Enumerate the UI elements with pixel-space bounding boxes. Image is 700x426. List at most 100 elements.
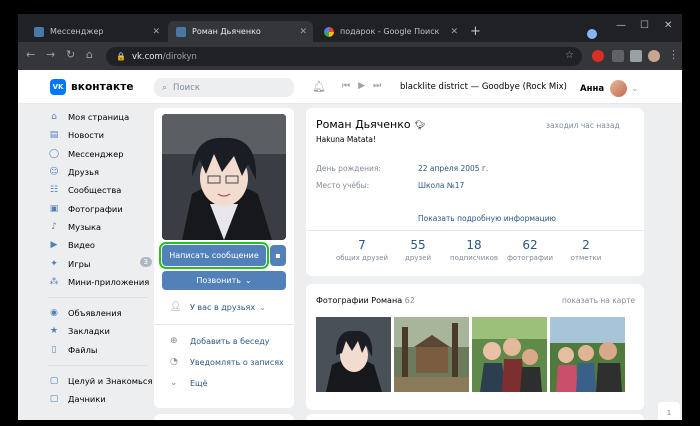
url-host: vk.com <box>131 51 163 62</box>
vk-header: VK вконтакте ⌕ Поиск 🔔︎ ⏮ ▶ ⏭ blacklite … <box>18 70 682 104</box>
back-icon[interactable]: ← <box>26 48 35 61</box>
sidebar-item[interactable]: ★ Закладки <box>48 322 158 340</box>
sidebar-item[interactable]: ⁂ Мини-приложения <box>48 273 158 291</box>
sidebar-item[interactable]: ▯ Файлы <box>48 341 158 359</box>
photo-image <box>472 317 547 392</box>
reload-icon[interactable]: ↻ <box>66 48 75 61</box>
search-input[interactable]: ⌕ Поиск <box>154 78 294 97</box>
school-value[interactable]: Школа №17 <box>418 181 464 190</box>
profile-dot-icon[interactable] <box>587 29 597 39</box>
sidebar-item-label: Друзья <box>68 167 99 178</box>
next-track-icon[interactable]: ⏭ <box>373 81 381 91</box>
games-icon: ✦ <box>50 258 58 269</box>
call-button[interactable]: Позвонить ⌄ <box>162 271 286 290</box>
gift-button[interactable]: ▪ <box>270 245 286 266</box>
sidebar-item[interactable]: ▢ Целуй и Знакомься <box>48 372 158 390</box>
birthday-label: День рождения: <box>316 164 381 173</box>
sidebar-item[interactable]: ✦ Игры 3 <box>48 254 158 272</box>
photo-thumbnail[interactable] <box>550 317 625 392</box>
left-menu: ⌂ Моя страница ▤ Новости ◯ Мессенджер ☺ Друзья ☷… <box>48 108 158 408</box>
prev-track-icon[interactable]: ⏮ <box>342 81 350 91</box>
sidebar-item[interactable]: ♪ Музыка <box>48 218 158 236</box>
sidebar-item-label: Видео <box>68 240 96 251</box>
current-track[interactable]: blacklite district — Goodbye (Rock Mix) <box>400 82 567 92</box>
sidebar-item[interactable]: ⌂ Моя страница <box>48 108 158 126</box>
friends-status[interactable]: 👤︎ У вас в друзьях ⌄ <box>170 302 266 312</box>
profile-counter[interactable]: 2 отметки <box>556 238 616 262</box>
notifications-bell-icon[interactable]: 🔔︎ <box>312 80 326 93</box>
lock-icon: 🔒 <box>116 52 126 61</box>
home-icon: ⌂ <box>51 112 57 123</box>
tab-messenger[interactable]: Мессенджер ✕ <box>26 21 166 42</box>
bookmark-star-icon[interactable]: ☆ <box>565 50 574 61</box>
play-icon[interactable]: ▶ <box>358 81 365 91</box>
sidebar-item[interactable]: ▶ Видео <box>48 236 158 254</box>
photo-thumbnail[interactable] <box>316 317 391 392</box>
sidebar-item[interactable]: ▣ Фотографии <box>48 199 158 217</box>
chevron-down-icon: ⌄ <box>631 83 639 94</box>
profile-photo[interactable] <box>162 114 286 240</box>
profile-counter[interactable]: 55 друзей <box>388 238 448 262</box>
photos-title[interactable]: Фотографии Романа 62 <box>316 296 415 305</box>
add-to-chat-button[interactable]: ⊕ Добавить в беседу <box>170 336 270 346</box>
profile-counter[interactable]: 18 подписчиков <box>444 238 504 262</box>
sidebar-item[interactable]: ☷ Сообщества <box>48 181 158 199</box>
sidebar-item-label: Объявления <box>68 308 122 319</box>
file-icon: ▯ <box>51 344 57 355</box>
extension-icon[interactable] <box>612 50 624 62</box>
new-tab-icon[interactable]: + <box>470 24 481 39</box>
extensions-puzzle-icon[interactable] <box>630 50 642 62</box>
close-tab-icon[interactable]: ✕ <box>299 27 307 37</box>
address-bar[interactable]: 🔒 vk.com/dirokyn ☆ <box>106 47 582 66</box>
close-tab-icon[interactable]: ✕ <box>152 27 160 37</box>
profile-counter[interactable]: 62 фотографии <box>500 238 560 262</box>
forward-icon[interactable]: → <box>46 48 55 61</box>
news-icon: ▤ <box>49 130 59 141</box>
search-icon: ⌕ <box>162 82 168 93</box>
profile-avatar-icon[interactable] <box>648 50 660 62</box>
profile-photo-image <box>162 114 286 240</box>
photo-thumbnail[interactable] <box>394 317 469 392</box>
last-seen: заходил час назад <box>546 121 620 130</box>
close-window-icon[interactable]: ✕ <box>664 20 672 31</box>
chevron-down-icon: ⌄ <box>259 302 266 312</box>
show-more-info-link[interactable]: Показать подробную информацию <box>418 214 556 223</box>
counter-label: друзей <box>404 254 431 262</box>
url-path: /dirokyn <box>162 51 197 62</box>
menu-kebab-icon[interactable]: ⋮ <box>668 48 679 61</box>
sidebar-item-label: Закладки <box>68 326 110 337</box>
friends-icon: ☺ <box>49 167 59 178</box>
photo-thumbnail[interactable] <box>472 317 547 392</box>
extension-icon[interactable] <box>592 50 604 62</box>
birthday-value[interactable]: 22 апреля 2005 г. <box>418 164 488 173</box>
tab-profile[interactable]: Роман Дьяченко ✕ <box>168 21 313 42</box>
write-message-button[interactable]: Написать сообщение <box>159 242 269 269</box>
home-button-icon[interactable]: ⌂ <box>86 48 93 61</box>
show-on-map-link[interactable]: показать на карте <box>562 296 635 305</box>
menu-divider <box>48 296 148 298</box>
vk-logo[interactable]: VK вконтакте <box>50 79 134 95</box>
close-tab-icon[interactable]: ✕ <box>450 27 458 37</box>
friend-check-icon: 👤︎ <box>170 302 182 312</box>
tab-google[interactable]: подарок - Google Поиск ✕ <box>316 21 464 42</box>
sidebar-item[interactable]: ☺ Друзья <box>48 163 158 181</box>
groups-icon: ☷ <box>49 185 59 196</box>
chevron-down-icon: ⌄ <box>170 378 178 388</box>
minimize-icon[interactable]: — <box>616 20 626 31</box>
counter-label: отметки <box>570 254 602 262</box>
sidebar-item-label: Фотографии <box>68 203 123 214</box>
notify-posts-button[interactable]: ◔ Уведомлять о записях <box>170 357 284 367</box>
user-menu[interactable]: Анна ⌄ <box>580 80 638 97</box>
profile-counter[interactable]: 7 общих друзей <box>332 238 392 262</box>
maximize-icon[interactable]: ☐ <box>640 20 649 31</box>
more-actions-button[interactable]: ⌄ Ещё <box>170 378 208 388</box>
vk-logo-icon: VK <box>50 79 66 95</box>
sidebar-item-label: Дачники <box>68 394 106 405</box>
sidebar-item[interactable]: ▤ Новости <box>48 126 158 144</box>
sidebar-item[interactable]: ◯ Мессенджер <box>48 145 158 163</box>
chat-widget[interactable]: 1 <box>658 402 680 420</box>
sidebar-item[interactable]: ▢ Дачники <box>48 390 158 408</box>
bell-icon: ◔ <box>170 357 178 367</box>
sidebar-item[interactable]: ◉ Объявления <box>48 304 158 322</box>
audio-player-controls: ⏮ ▶ ⏭ <box>342 81 389 91</box>
